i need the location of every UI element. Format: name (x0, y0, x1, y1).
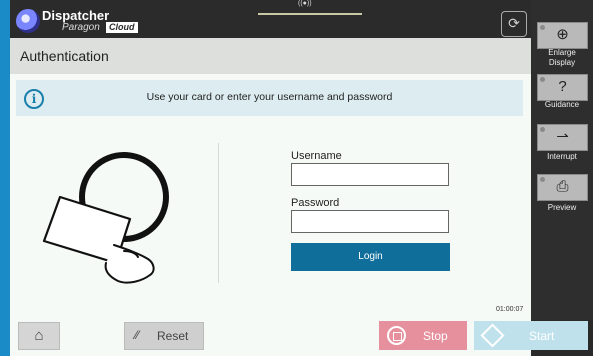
start-button[interactable]: Start (474, 321, 588, 350)
guidance-label: Guidance (544, 100, 580, 109)
cloud-badge: Cloud (106, 22, 138, 33)
stop-button[interactable]: Stop (379, 321, 467, 350)
zoom-in-icon: ⊕ (556, 26, 569, 43)
enlarge-label-1: Enlarge (548, 48, 576, 57)
preview-button[interactable]: ⎙ (537, 174, 588, 201)
brand-name: Dispatcher (42, 8, 110, 23)
password-label: Password (291, 197, 340, 209)
info-banner: i Use your card or enter your username a… (16, 80, 523, 116)
top-bar: Dispatcher Paragon Cloud ((●)) ⟳ (10, 0, 531, 38)
reset-icon: ⁄⁄ (135, 328, 140, 342)
session-timer: 01:00:07 (496, 306, 524, 313)
reset-button[interactable]: ⁄⁄ Reset (124, 322, 204, 350)
main-panel: Authentication i Use your card or enter … (10, 38, 531, 356)
enlarge-label-2: Display (548, 58, 576, 67)
title-bar: Authentication (10, 38, 531, 74)
info-message: Use your card or enter your username and… (146, 91, 393, 103)
card-swipe-illustration (42, 152, 169, 284)
username-field[interactable] (291, 163, 449, 186)
dispatcher-logo-icon (16, 9, 40, 33)
guidance-button[interactable]: ? (537, 74, 588, 101)
login-button[interactable]: Login (291, 243, 450, 271)
username-label: Username (291, 150, 342, 162)
divider (218, 143, 219, 283)
brand-subname: Paragon (62, 22, 100, 33)
stop-icon (387, 326, 406, 345)
enlarge-display-button[interactable]: ⊕ (537, 22, 588, 49)
top-strip: ((●)) (250, 0, 370, 15)
interrupt-button[interactable]: ⇀ (537, 124, 588, 151)
interrupt-label: Interrupt (547, 152, 577, 161)
start-label: Start (529, 329, 555, 343)
side-panel: ⊕ Enlarge Display ? Guidance ⇀ Interrupt… (531, 0, 593, 320)
top-strip-line (258, 13, 362, 15)
preview-icon: ⎙ (556, 178, 569, 195)
interrupt-icon: ⇀ (556, 128, 569, 145)
screen-frame (0, 0, 10, 356)
page-title: Authentication (20, 48, 109, 64)
bottom-bar: ⌂ ⁄⁄ Reset Stop (10, 316, 531, 356)
home-icon: ⌂ (34, 327, 44, 344)
password-field[interactable] (291, 210, 449, 233)
stop-label: Stop (423, 329, 448, 343)
question-icon: ? (558, 78, 567, 95)
preview-label: Preview (547, 203, 577, 212)
reset-label: Reset (157, 329, 189, 343)
card-reader-icon[interactable]: ⟳ (501, 11, 527, 37)
top-strip-label: ((●)) (298, 0, 312, 7)
home-button[interactable]: ⌂ (18, 322, 60, 350)
start-icon (480, 323, 505, 348)
